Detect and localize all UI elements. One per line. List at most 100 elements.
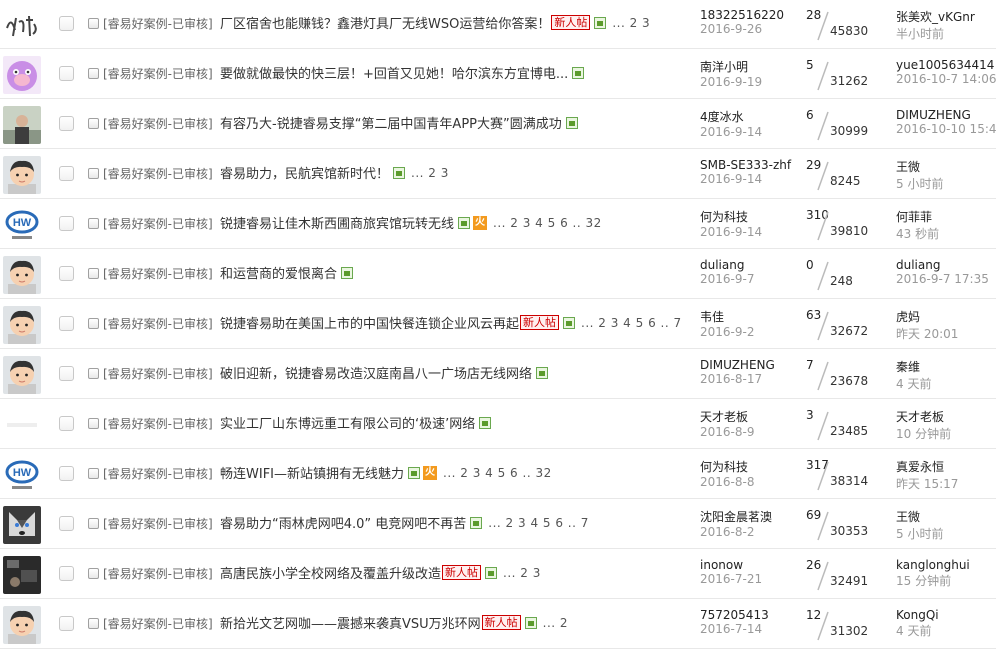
author-name-link[interactable]: 何为科技 xyxy=(700,208,796,225)
last-post-time-link[interactable]: 10 分钟前 xyxy=(896,425,996,442)
thread-category-link[interactable]: [睿易好案例-已审核] xyxy=(103,65,213,82)
select-checkbox[interactable] xyxy=(59,566,74,581)
select-checkbox[interactable] xyxy=(59,316,74,331)
last-poster-link[interactable]: 何菲菲 xyxy=(896,208,996,225)
last-poster-link[interactable]: 秦维 xyxy=(896,358,996,375)
thread-row[interactable]: [睿易好案例-已审核] 睿易助力，民航宾馆新时代！ ... 2 3 SMB-SE… xyxy=(0,150,996,199)
moderate-checkbox[interactable] xyxy=(88,168,99,179)
last-post-time-link[interactable]: 2016-10-7 14:06 xyxy=(896,72,996,86)
author-name-link[interactable]: inonow xyxy=(700,558,796,572)
last-post-time-link[interactable]: 15 分钟前 xyxy=(896,572,996,589)
moderate-checkbox[interactable] xyxy=(88,118,99,129)
thread-category-link[interactable]: [睿易好案例-已审核] xyxy=(103,615,213,632)
last-post-time-link[interactable]: 4 天前 xyxy=(896,375,996,392)
select-checkbox[interactable] xyxy=(59,516,74,531)
author-avatar[interactable]: HW xyxy=(3,456,41,494)
thread-category-link[interactable]: [睿易好案例-已审核] xyxy=(103,165,213,182)
last-post-time-link[interactable]: 昨天 15:17 xyxy=(896,475,996,492)
moderate-checkbox[interactable] xyxy=(88,318,99,329)
author-name-link[interactable]: SMB-SE333-zhf xyxy=(700,158,796,172)
author-avatar[interactable] xyxy=(3,256,41,294)
select-checkbox[interactable] xyxy=(59,16,74,31)
author-name-link[interactable]: 南洋小明 xyxy=(700,58,796,75)
last-post-time-link[interactable]: 5 小时前 xyxy=(896,175,996,192)
thread-category-link[interactable]: [睿易好案例-已审核] xyxy=(103,315,213,332)
last-poster-link[interactable]: 虎妈 xyxy=(896,308,996,325)
thread-category-link[interactable]: [睿易好案例-已审核] xyxy=(103,515,213,532)
author-name-link[interactable]: 18322516220 xyxy=(700,8,796,22)
select-checkbox[interactable] xyxy=(59,216,74,231)
thread-title-link[interactable]: 有容乃大-锐捷睿易支撑“第二届中国青年APP大赛”圆满成功 xyxy=(220,113,562,132)
author-name-link[interactable]: 韦佳 xyxy=(700,308,796,325)
page-links[interactable]: ... 2 3 xyxy=(411,166,449,180)
thread-row[interactable]: [睿易好案例-已审核] 新拾光文艺网咖——震撼来袭真VSU万兆环网 新人帖 ..… xyxy=(0,600,996,649)
moderate-checkbox[interactable] xyxy=(88,218,99,229)
select-checkbox[interactable] xyxy=(59,616,74,631)
last-post-time-link[interactable]: 2016-9-7 17:35 xyxy=(896,272,996,286)
thread-row[interactable]: HW [睿易好案例-已审核] 锐捷睿易让佳木斯西圃商旅宾馆玩转无线 火 ... … xyxy=(0,200,996,249)
moderate-checkbox[interactable] xyxy=(88,418,99,429)
page-links[interactable]: ... 2 xyxy=(543,616,568,630)
thread-row[interactable]: [睿易好案例-已审核] 睿易助力“雨林虎网吧4.0” 电竞网吧不再苦 ... 2… xyxy=(0,500,996,549)
thread-title-link[interactable]: 实业工厂山东博远重工有限公司的‘极速’网络 xyxy=(220,413,475,432)
thread-row[interactable]: [睿易好案例-已审核] 高唐民族小学全校网络及覆盖升级改造 新人帖 ... 2 … xyxy=(0,550,996,599)
thread-row[interactable]: [睿易好案例-已审核] 厂区宿舍也能赚钱？鑫港灯具厂无线WSO运营给你答案！ 新… xyxy=(0,0,996,49)
page-links[interactable]: ... 2 3 4 5 6 .. 32 xyxy=(443,466,552,480)
last-poster-link[interactable]: duliang xyxy=(896,258,996,272)
author-avatar[interactable] xyxy=(3,356,41,394)
author-avatar[interactable] xyxy=(3,56,41,94)
moderate-checkbox[interactable] xyxy=(88,568,99,579)
last-poster-link[interactable]: 天才老板 xyxy=(896,408,996,425)
last-poster-link[interactable]: 王微 xyxy=(896,508,996,525)
author-avatar[interactable] xyxy=(3,506,41,544)
thread-title-link[interactable]: 和运营商的爱恨离合 xyxy=(220,263,337,282)
author-name-link[interactable]: 沈阳金晨茗澳 xyxy=(700,508,796,525)
author-name-link[interactable]: 天才老板 xyxy=(700,408,796,425)
last-poster-link[interactable]: DIMUZHENG xyxy=(896,108,996,122)
thread-row[interactable]: [睿易好案例-已审核] 要做就做最快的快三层！+回首又见她！哈尔滨东方宜博电..… xyxy=(0,50,996,99)
author-avatar[interactable] xyxy=(3,156,41,194)
thread-title-link[interactable]: 锐捷睿易让佳木斯西圃商旅宾馆玩转无线 xyxy=(220,213,454,232)
author-name-link[interactable]: 何为科技 xyxy=(700,458,796,475)
author-name-link[interactable]: 757205413 xyxy=(700,608,796,622)
page-links[interactable]: ... 2 3 4 5 6 .. 7 xyxy=(488,516,589,530)
thread-title-link[interactable]: 锐捷睿易助在美国上市的中国快餐连锁企业风云再起 xyxy=(220,313,519,332)
author-name-link[interactable]: 4度冰水 xyxy=(700,108,796,125)
moderate-checkbox[interactable] xyxy=(88,368,99,379)
select-checkbox[interactable] xyxy=(59,366,74,381)
moderate-checkbox[interactable] xyxy=(88,518,99,529)
author-avatar[interactable]: HW xyxy=(3,206,41,244)
last-post-time-link[interactable]: 4 天前 xyxy=(896,622,996,639)
thread-category-link[interactable]: [睿易好案例-已审核] xyxy=(103,365,213,382)
thread-title-link[interactable]: 要做就做最快的快三层！+回首又见她！哈尔滨东方宜博电... xyxy=(220,63,568,82)
author-avatar[interactable] xyxy=(3,6,41,44)
select-checkbox[interactable] xyxy=(59,416,74,431)
thread-title-link[interactable]: 高唐民族小学全校网络及覆盖升级改造 xyxy=(220,563,441,582)
last-poster-link[interactable]: kanglonghui xyxy=(896,558,996,572)
thread-category-link[interactable]: [睿易好案例-已审核] xyxy=(103,465,213,482)
author-avatar[interactable] xyxy=(3,306,41,344)
thread-title-link[interactable]: 睿易助力“雨林虎网吧4.0” 电竞网吧不再苦 xyxy=(220,513,466,532)
last-post-time-link[interactable]: 2016-10-10 15:43 xyxy=(896,122,996,136)
last-post-time-link[interactable]: 半小时前 xyxy=(896,25,996,42)
select-checkbox[interactable] xyxy=(59,266,74,281)
author-avatar[interactable] xyxy=(3,606,41,644)
author-avatar[interactable] xyxy=(3,106,41,144)
thread-title-link[interactable]: 畅连WIFI—新站镇拥有无线魅力 xyxy=(220,463,404,482)
thread-row[interactable]: [睿易好案例-已审核] 锐捷睿易助在美国上市的中国快餐连锁企业风云再起 新人帖 … xyxy=(0,300,996,349)
thread-row[interactable]: [睿易好案例-已审核] 破旧迎新，锐捷睿易改造汉庭南昌八一广场店无线网络 DIM… xyxy=(0,350,996,399)
thread-row[interactable]: [睿易好案例-已审核] 实业工厂山东博远重工有限公司的‘极速’网络 天才老板 2… xyxy=(0,400,996,449)
page-links[interactable]: ... 2 3 xyxy=(612,16,650,30)
thread-title-link[interactable]: 新拾光文艺网咖——震撼来袭真VSU万兆环网 xyxy=(220,613,481,632)
thread-category-link[interactable]: [睿易好案例-已审核] xyxy=(103,15,213,32)
last-poster-link[interactable]: 王微 xyxy=(896,158,996,175)
last-poster-link[interactable]: 真爱永恒 xyxy=(896,458,996,475)
page-links[interactable]: ... 2 3 4 5 6 .. 7 xyxy=(581,316,682,330)
page-links[interactable]: ... 2 3 4 5 6 .. 32 xyxy=(493,216,602,230)
thread-title-link[interactable]: 睿易助力，民航宾馆新时代！ xyxy=(220,163,389,182)
thread-category-link[interactable]: [睿易好案例-已审核] xyxy=(103,565,213,582)
author-avatar[interactable] xyxy=(3,406,41,444)
last-poster-link[interactable]: yue1005634414 xyxy=(896,58,996,72)
thread-title-link[interactable]: 破旧迎新，锐捷睿易改造汉庭南昌八一广场店无线网络 xyxy=(220,363,532,382)
thread-category-link[interactable]: [睿易好案例-已审核] xyxy=(103,415,213,432)
